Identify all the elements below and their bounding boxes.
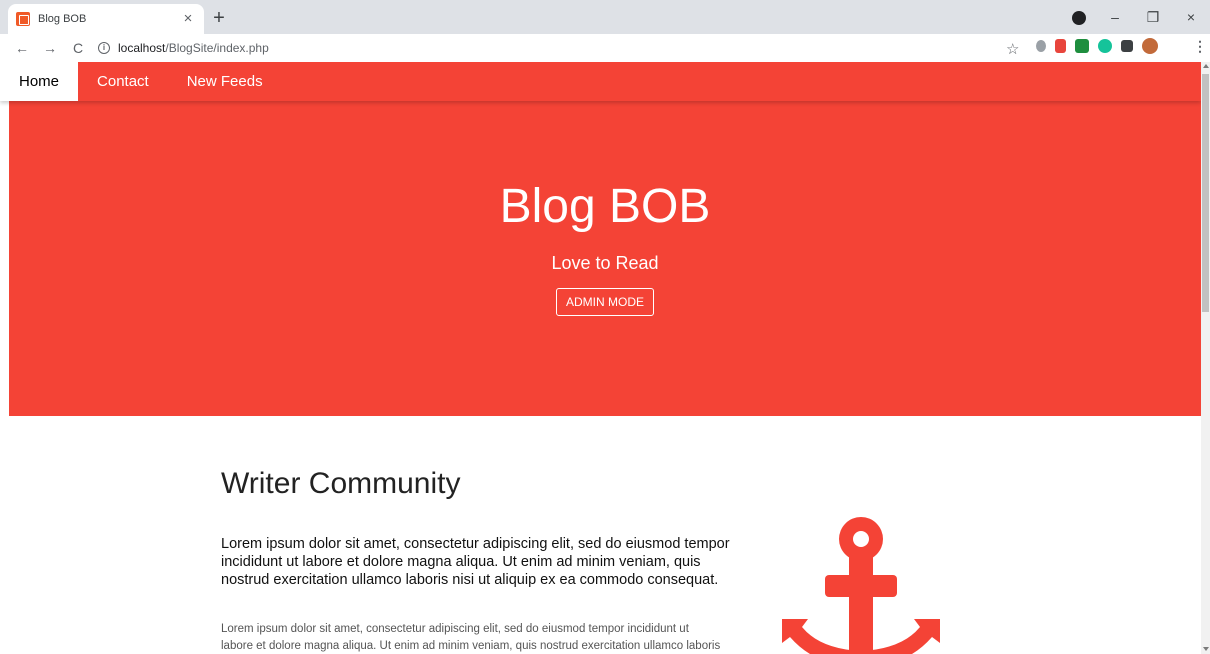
avatar[interactable]: [1142, 38, 1158, 54]
tree-extension-icon[interactable]: [1075, 39, 1089, 53]
scroll-down-icon[interactable]: [1203, 647, 1209, 651]
section-title: Writer Community: [221, 467, 461, 500]
figure-extension-icon[interactable]: [1055, 39, 1066, 53]
hero-subtitle: Love to Read: [551, 253, 659, 273]
page-scrollbar[interactable]: [1201, 62, 1210, 654]
body-paragraph: Lorem ipsum dolor sit amet, consectetur …: [221, 623, 721, 652]
hero-banner: Blog BOB Love to Read ADMIN MODE: [9, 101, 1201, 416]
reload-button[interactable]: C: [66, 40, 90, 56]
scroll-up-icon[interactable]: [1203, 64, 1209, 68]
tab-close-button[interactable]: ×: [180, 11, 196, 27]
address-bar[interactable]: i localhost/BlogSite/index.php: [90, 36, 995, 60]
nav-new-feeds[interactable]: New Feeds: [168, 62, 282, 101]
page-viewport: Home Contact New Feeds Blog BOB Love to …: [0, 62, 1201, 654]
browser-menu-icon[interactable]: ⋮: [1193, 38, 1207, 55]
browser-tabstrip: Blog BOB × + – ❐ ×: [0, 0, 1210, 34]
admin-mode-button[interactable]: ADMIN MODE: [556, 288, 654, 316]
grammarly-icon[interactable]: [1098, 39, 1112, 53]
site-info-icon[interactable]: i: [98, 42, 110, 54]
favicon-icon: [16, 12, 30, 26]
writer-community-section: Writer Community Lorem ipsum dolor sit a…: [221, 467, 981, 652]
lead-paragraph: Lorem ipsum dolor sit amet, consectetur …: [221, 536, 730, 588]
forward-button[interactable]: →: [38, 40, 62, 56]
profile-icon[interactable]: [1072, 11, 1086, 25]
puzzle-extensions-icon[interactable]: [1121, 40, 1133, 52]
window-controls: – ❐ ×: [1072, 0, 1210, 34]
bookmark-star-icon[interactable]: ☆: [1006, 40, 1019, 58]
close-window-button[interactable]: ×: [1172, 9, 1210, 25]
browser-toolbar: ← → C i localhost/BlogSite/index.php: [0, 34, 1210, 62]
tab-title: Blog BOB: [38, 13, 87, 25]
extensions-bar: [1036, 38, 1167, 54]
url-text[interactable]: localhost/BlogSite/index.php: [118, 41, 269, 55]
minimize-button[interactable]: –: [1096, 9, 1134, 25]
browser-tab[interactable]: Blog BOB ×: [8, 4, 204, 34]
new-tab-button[interactable]: +: [208, 7, 230, 29]
site-navbar: Home Contact New Feeds: [0, 62, 1201, 101]
anchor-icon: [782, 517, 940, 654]
back-button[interactable]: ←: [10, 40, 34, 56]
restore-button[interactable]: ❐: [1134, 9, 1172, 26]
scroll-thumb[interactable]: [1202, 74, 1209, 312]
nav-home[interactable]: Home: [0, 62, 79, 101]
bug-extension-icon[interactable]: [1036, 40, 1046, 52]
hero-title: Blog BOB: [499, 180, 711, 233]
nav-contact[interactable]: Contact: [78, 62, 168, 101]
